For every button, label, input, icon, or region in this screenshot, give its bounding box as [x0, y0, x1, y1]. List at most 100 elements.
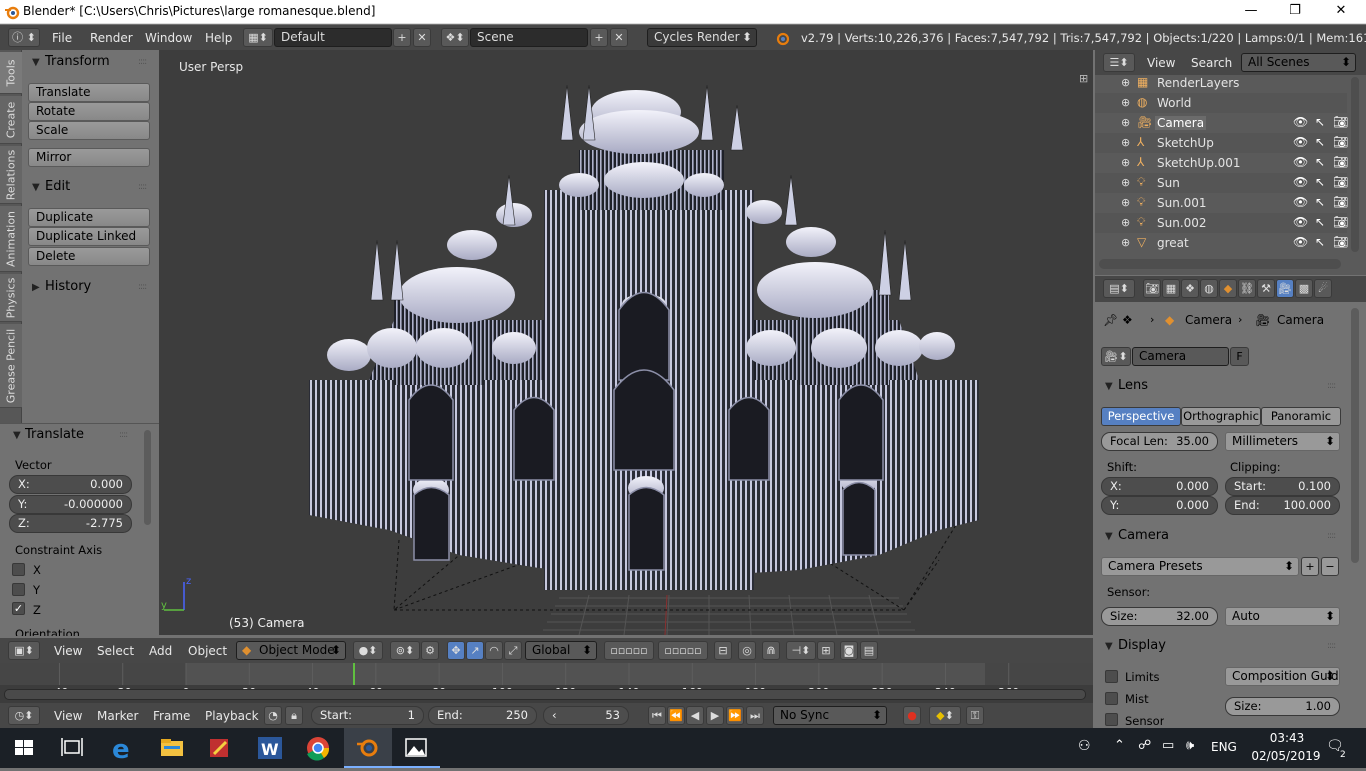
start-button[interactable] — [0, 728, 48, 768]
end-frame-field[interactable]: End: 250 — [428, 706, 537, 725]
focal-length-field[interactable]: Focal Len: 35.00 — [1101, 432, 1218, 451]
tab-animation[interactable]: Animation — [0, 206, 22, 272]
selectability-cursor-icon[interactable]: ↖ — [1315, 215, 1325, 229]
close-button[interactable]: ✕ — [1318, 0, 1364, 24]
shift-x-field[interactable]: X: 0.000 — [1101, 477, 1218, 496]
clock-date[interactable]: 02/05/2019 — [1246, 749, 1326, 763]
scale-button[interactable]: Scale — [28, 121, 150, 140]
editor-type-info-icon[interactable]: ⓘ ⬍ — [8, 28, 40, 47]
manipulator-scale-icon[interactable]: ⤢ — [504, 641, 522, 660]
shift-y-field[interactable]: Y: 0.000 — [1101, 496, 1218, 515]
jump-end-icon[interactable]: ⏭ — [746, 706, 764, 725]
mode-dropdown[interactable]: Object Mode ◆ ⬍ — [236, 641, 346, 660]
delete-button[interactable]: Delete — [28, 247, 150, 266]
selectability-cursor-icon[interactable]: ↖ — [1315, 175, 1325, 189]
expand-plus-icon[interactable]: ⊕ — [1121, 216, 1130, 229]
editor-type-3dview-icon[interactable]: ▣⬍ — [8, 641, 40, 660]
scene-icon[interactable]: ❖⬍ — [441, 28, 469, 47]
display-mode-dropdown[interactable]: All Scenes ⬍ — [1241, 53, 1356, 72]
render-layers-tab-icon[interactable]: ▦ — [1162, 279, 1180, 298]
tab-create[interactable]: Create — [0, 96, 22, 144]
renderability-camera-icon[interactable]: 📷︎ — [1333, 235, 1348, 249]
physics-tab-icon[interactable]: ☄ — [1314, 279, 1332, 298]
add-scene-plus-icon[interactable]: + — [590, 28, 608, 47]
edge-browser-icon[interactable]: e — [98, 728, 146, 768]
datablock-browse-icon[interactable]: 🎥︎⬍ — [1101, 347, 1131, 366]
outliner-row[interactable]: ⊕ 💡︎ Sun.001 👁︎ ↖ 📷︎ — [1095, 193, 1348, 213]
menu-view[interactable]: View — [54, 709, 82, 723]
outliner-row[interactable]: ⊕ ▦ RenderLayers — [1095, 73, 1347, 93]
opengl-animation-icon[interactable]: ▤ — [860, 641, 878, 660]
vector-z-field[interactable]: Z: -2.775 — [9, 514, 132, 533]
expand-plus-icon[interactable]: ⊕ — [1121, 156, 1130, 169]
manipulator-arrow-icon[interactable]: ↗ — [466, 641, 484, 660]
fake-user-button[interactable]: F — [1230, 347, 1249, 366]
history-panel-header[interactable]: History — [45, 279, 91, 294]
outliner-scrollbar[interactable] — [1351, 77, 1359, 252]
visibility-eye-icon[interactable]: 👁︎ — [1293, 155, 1308, 169]
selectability-cursor-icon[interactable]: ↖ — [1315, 235, 1325, 249]
lock-time-icon[interactable]: 🔒︎ — [285, 706, 303, 725]
tab-tools[interactable]: Tools — [0, 52, 22, 94]
clip-end-field[interactable]: End: 100.000 — [1225, 496, 1340, 515]
selectability-cursor-icon[interactable]: ↖ — [1315, 115, 1325, 129]
orthographic-button[interactable]: Orthographic — [1181, 407, 1261, 426]
panel-grip-icon[interactable]: :::: — [119, 430, 128, 440]
panel-grip-icon[interactable]: :::: — [1327, 531, 1336, 541]
selectability-cursor-icon[interactable]: ↖ — [1315, 135, 1325, 149]
current-frame-marker[interactable] — [352, 663, 355, 685]
outliner-item-name[interactable]: SketchUp.001 — [1155, 156, 1243, 170]
visibility-eye-icon[interactable]: 👁︎ — [1293, 115, 1308, 129]
delete-scene-x-icon[interactable]: ✕ — [610, 28, 628, 47]
clock-time[interactable]: 03:43 — [1262, 731, 1312, 745]
tab-relations[interactable]: Relations — [0, 146, 22, 204]
display-size-field[interactable]: Size: 1.00 — [1225, 697, 1340, 716]
play-icon[interactable]: ▶ — [706, 706, 724, 725]
lock-layers-icon[interactable]: ⊟ — [714, 641, 732, 660]
network-icon[interactable]: ☍ — [1138, 738, 1151, 753]
camera-presets-dropdown[interactable]: Camera Presets ⬍ — [1101, 557, 1299, 576]
people-icon[interactable]: ⚇ — [1078, 738, 1091, 754]
constraint-y-checkbox[interactable] — [12, 583, 25, 596]
jump-keyframe-back-icon[interactable]: ⏪ — [667, 706, 685, 725]
camera-expand-icon[interactable]: ▼ — [1105, 531, 1113, 542]
menu-add[interactable]: Add — [149, 644, 172, 658]
renderability-camera-icon[interactable]: 📷︎ — [1333, 115, 1348, 129]
manipulator-toggle-icon[interactable]: ⚙ — [421, 641, 439, 660]
outliner-item-name[interactable]: great — [1155, 236, 1191, 250]
visibility-eye-icon[interactable]: 👁︎ — [1293, 135, 1308, 149]
translate-op-expand-icon[interactable]: ▼ — [13, 430, 21, 441]
panel-grip-icon[interactable]: :::: — [138, 57, 147, 67]
renderability-camera-icon[interactable]: 📷︎ — [1333, 135, 1348, 149]
show-hidden-icons-chevron-icon[interactable]: ⌃ — [1114, 738, 1125, 753]
expand-plus-icon[interactable]: ⊕ — [1121, 96, 1130, 109]
outliner[interactable]: ⊕ ▦ RenderLayers ⊕ ◍ World ⊕ 🎥︎ Camera 👁︎ ↖ 📷︎ ⊕ ⅄ Ske… — [1095, 75, 1366, 275]
chrome-browser-icon[interactable] — [294, 728, 342, 768]
constraints-tab-icon[interactable]: ⛓ — [1238, 279, 1256, 298]
visibility-eye-icon[interactable]: 👁︎ — [1293, 175, 1308, 189]
translate-button[interactable]: Translate — [28, 83, 150, 102]
sensor-size-field[interactable]: Size: 32.00 — [1101, 607, 1218, 626]
scene-field[interactable]: Scene — [470, 28, 588, 47]
constraint-x-checkbox[interactable] — [12, 563, 25, 576]
editor-type-properties-icon[interactable]: ▤⬍ — [1103, 279, 1135, 298]
play-reverse-icon[interactable]: ◀ — [686, 706, 704, 725]
modifiers-tab-icon[interactable]: ⚒ — [1257, 279, 1275, 298]
pin-icon[interactable]: 📌︎ — [1103, 313, 1118, 327]
tab-grease-pencil[interactable]: Grease Pencil — [0, 324, 22, 408]
manipulator-translate-icon[interactable]: ✥ — [447, 641, 465, 660]
editor-type-outliner-icon[interactable]: ☰⬍ — [1103, 53, 1135, 72]
timeline[interactable]: -40-200204060801001201401601802002202402… — [0, 663, 1093, 703]
vector-y-field[interactable]: Y: -0.000000 — [9, 495, 132, 514]
word-app-icon[interactable]: W — [246, 728, 294, 768]
snap-magnet-icon[interactable]: ⋒ — [762, 641, 780, 660]
menu-help[interactable]: Help — [205, 31, 232, 45]
world-tab-icon[interactable]: ◍ — [1200, 279, 1218, 298]
lens-expand-icon[interactable]: ▼ — [1105, 381, 1113, 392]
3d-viewport[interactable]: User Persp ⊞ z y (53) Camera — [159, 50, 1093, 635]
operator-scrollbar[interactable] — [144, 430, 151, 525]
limits-checkbox[interactable] — [1105, 670, 1118, 683]
sensor-checkbox[interactable] — [1105, 713, 1118, 726]
edit-expand-icon[interactable]: ▼ — [32, 182, 40, 193]
panel-grip-icon[interactable]: :::: — [1327, 381, 1336, 391]
